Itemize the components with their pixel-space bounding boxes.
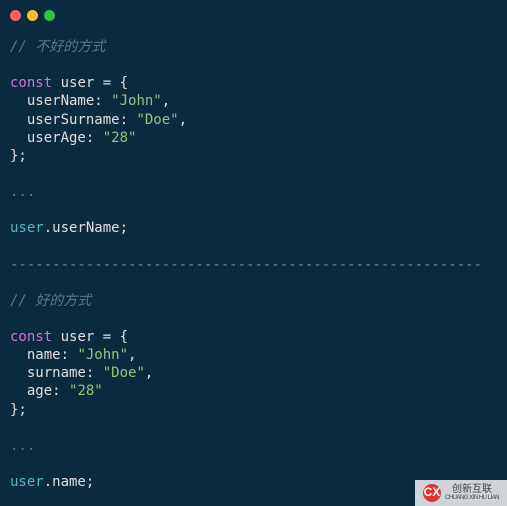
brace-close: }; xyxy=(10,402,27,418)
watermark: CX 创新互联 CHUANG XIN HU LIAN xyxy=(415,480,507,506)
comment-good: // 好的方式 xyxy=(10,293,91,309)
prop-line: age: "28" xyxy=(10,382,497,400)
keyword-const: const xyxy=(10,75,52,91)
prop-key: userName xyxy=(27,93,94,109)
usage-prop: .name; xyxy=(44,474,95,490)
window-titlebar xyxy=(0,0,507,30)
decl-line: const user = { xyxy=(10,328,497,346)
maximize-icon[interactable] xyxy=(44,10,55,21)
keyword-const: const xyxy=(10,329,52,345)
minimize-icon[interactable] xyxy=(27,10,38,21)
prop-value: "John" xyxy=(77,347,128,363)
prop-line: surname: "Doe", xyxy=(10,364,497,382)
watermark-logo-icon: CX xyxy=(423,484,441,502)
prop-value: "Doe" xyxy=(103,365,145,381)
watermark-line2: CHUANG XIN HU LIAN xyxy=(445,495,499,501)
usage-prop: .userName; xyxy=(44,220,128,236)
prop-key: userAge xyxy=(27,130,86,146)
comma: , xyxy=(145,365,153,381)
close-icon[interactable] xyxy=(10,10,21,21)
prop-line: userAge: "28" xyxy=(10,129,497,147)
usage-line: user.userName; xyxy=(10,219,497,237)
code-block: // 不好的方式 const user = { userName: "John"… xyxy=(0,30,507,501)
comma: , xyxy=(179,112,187,128)
prop-value: "John" xyxy=(111,93,162,109)
brace-close: }; xyxy=(10,148,27,164)
prop-value: "28" xyxy=(103,130,137,146)
watermark-text: 创新互联 CHUANG XIN HU LIAN xyxy=(445,485,499,501)
prop-key: surname xyxy=(27,365,86,381)
var-user: user xyxy=(61,75,95,91)
prop-key: userSurname xyxy=(27,112,120,128)
comment-bad: // 不好的方式 xyxy=(10,39,105,55)
ellipsis: ... xyxy=(10,438,35,454)
prop-value: "28" xyxy=(69,383,103,399)
usage-obj: user xyxy=(10,474,44,490)
prop-line: userSurname: "Doe", xyxy=(10,111,497,129)
prop-key: name xyxy=(27,347,61,363)
prop-value: "Doe" xyxy=(136,112,178,128)
watermark-line1: 创新互联 xyxy=(445,485,499,495)
separator: ----------------------------------------… xyxy=(10,256,497,274)
brace-open: = { xyxy=(94,75,128,91)
ellipsis: ... xyxy=(10,184,35,200)
var-user: user xyxy=(61,329,95,345)
comma: , xyxy=(128,347,136,363)
prop-line: name: "John", xyxy=(10,346,497,364)
decl-line: const user = { xyxy=(10,74,497,92)
usage-obj: user xyxy=(10,220,44,236)
brace-open: = { xyxy=(94,329,128,345)
comma: , xyxy=(162,93,170,109)
prop-key: age xyxy=(27,383,52,399)
prop-line: userName: "John", xyxy=(10,92,497,110)
